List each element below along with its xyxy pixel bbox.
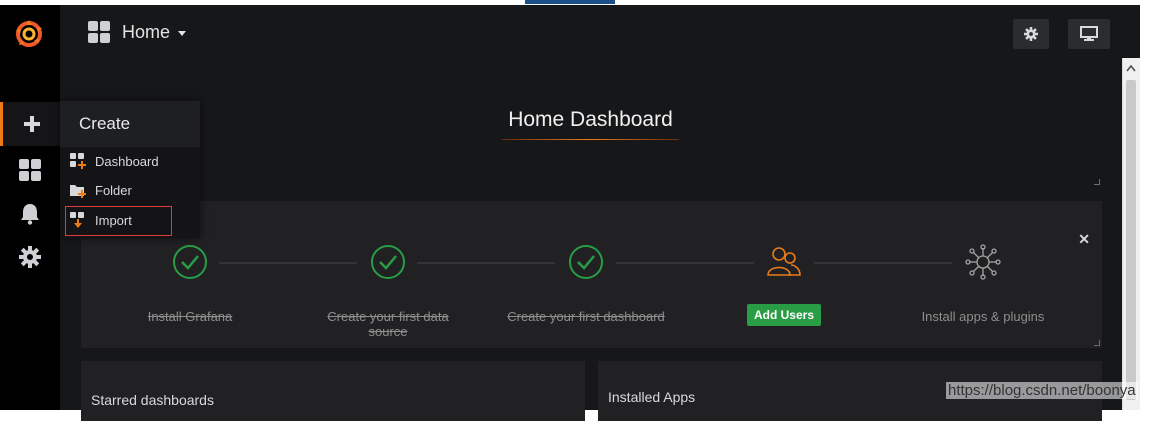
add-users-button[interactable]: Add Users — [746, 304, 822, 326]
dashboards-grid-icon — [88, 21, 110, 43]
dashboards-grid-icon — [19, 159, 41, 181]
caret-down-icon — [178, 31, 187, 36]
menu-item-label: Dashboard — [95, 153, 159, 169]
close-icon[interactable]: ✕ — [1078, 231, 1090, 248]
users-icon — [767, 247, 801, 276]
menu-item-label: Folder — [95, 182, 132, 198]
step-label: Install apps & plugins — [921, 309, 1045, 324]
gear-icon — [19, 246, 41, 268]
import-highlight-box — [65, 206, 172, 236]
panel-title: Starred dashboards — [91, 392, 214, 408]
step-create-data-source[interactable]: Create your first data source — [308, 241, 468, 339]
step-install-grafana: Install Grafana — [110, 241, 270, 324]
dashboard-title-block: Home Dashboard — [502, 105, 679, 140]
dashboard-title: Home Dashboard — [508, 108, 673, 131]
sidebar-item-create[interactable] — [0, 102, 60, 146]
check-circle-icon — [371, 245, 405, 279]
gear-icon — [1024, 27, 1038, 41]
create-menu-header[interactable]: Create — [60, 101, 200, 147]
browser-tab-indicator — [525, 0, 615, 4]
bell-icon — [21, 204, 39, 225]
plugins-icon — [965, 244, 1001, 280]
sidebar-item-configuration[interactable] — [0, 235, 60, 279]
plus-icon — [23, 116, 40, 132]
scroll-thumb[interactable] — [1126, 80, 1136, 400]
sidebar-item-alerting[interactable] — [0, 192, 60, 236]
starred-dashboards-panel: Starred dashboards — [81, 361, 585, 421]
step-label: Create your first data source — [327, 309, 449, 339]
grafana-logo-icon[interactable] — [13, 18, 45, 50]
dashboard-picker[interactable]: Home — [88, 21, 187, 43]
title-underline — [502, 139, 679, 140]
step-label: Create your first dashboard — [507, 309, 665, 324]
folder-add-icon — [70, 185, 86, 198]
getting-started-panel: ✕ Install Grafana Create your first data… — [81, 201, 1102, 348]
dashboard-add-icon — [70, 153, 86, 169]
menu-item-folder[interactable]: Folder — [70, 182, 132, 198]
tv-mode-button[interactable] — [1068, 19, 1110, 49]
scrollbar[interactable] — [1122, 58, 1140, 410]
step-label: Install Grafana — [147, 309, 233, 324]
settings-button[interactable] — [1013, 19, 1049, 49]
panel-resize-handle[interactable] — [1094, 179, 1100, 185]
sidebar — [0, 5, 60, 410]
watermark: https://blog.csdn.net/boonya — [946, 382, 1138, 399]
step-create-dashboard[interactable]: Create your first dashboard — [506, 241, 666, 324]
step-install-apps[interactable]: Install apps & plugins — [903, 241, 1063, 324]
monitor-icon — [1080, 26, 1098, 41]
menu-item-dashboard[interactable]: Dashboard — [70, 153, 159, 169]
check-circle-icon — [569, 245, 603, 279]
main-area: Home Home Dashboard ✕ Install Grafana Cr… — [60, 5, 1140, 421]
check-circle-icon — [173, 245, 207, 279]
step-add-users: Add Users — [704, 241, 864, 326]
sidebar-item-dashboards[interactable] — [0, 148, 60, 192]
scroll-up-arrow-icon[interactable] — [1123, 60, 1139, 76]
dashboard-picker-label: Home — [122, 21, 171, 42]
panel-title: Installed Apps — [608, 389, 696, 405]
panel-resize-handle[interactable] — [1094, 340, 1100, 346]
